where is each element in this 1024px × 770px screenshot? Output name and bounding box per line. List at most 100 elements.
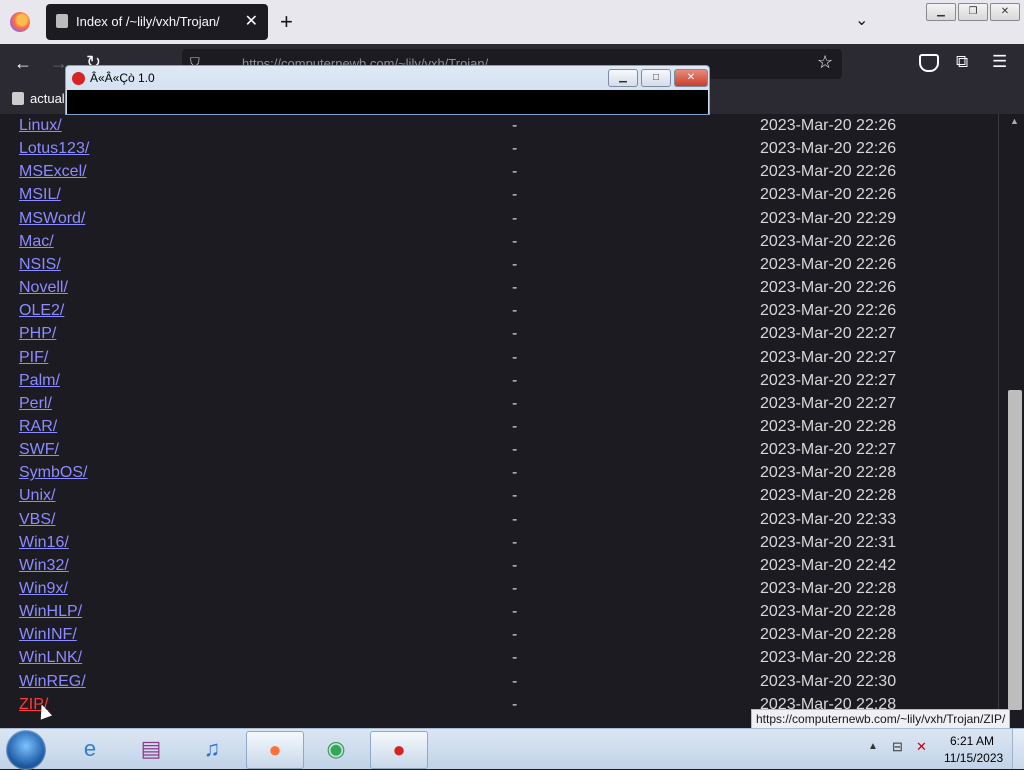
- volume-muted-icon[interactable]: ✕: [916, 739, 927, 755]
- date-cell: 2023-Mar-20 22:27: [760, 394, 897, 412]
- directory-link[interactable]: Win9x/: [19, 580, 68, 598]
- table-row: PHP/ - 2023-Mar-20 22:27: [0, 322, 1000, 345]
- firefox-view-icon[interactable]: [10, 12, 30, 32]
- red-ball-icon: [72, 72, 85, 85]
- window-minimize-button[interactable]: ▁: [926, 3, 956, 21]
- show-desktop-button[interactable]: [1012, 729, 1024, 769]
- tab-active[interactable]: Index of /~lily/vxh/Trojan/ ✕: [46, 4, 268, 40]
- popup-minimize-button[interactable]: ▁: [608, 69, 638, 87]
- size-cell: -: [512, 464, 518, 482]
- bookmark-star-icon[interactable]: ☆: [817, 52, 833, 73]
- size-cell: -: [512, 325, 518, 343]
- content-divider: [998, 114, 999, 720]
- popup-body: [67, 90, 708, 114]
- size-cell: -: [512, 649, 518, 667]
- directory-link[interactable]: WinREG/: [19, 673, 86, 691]
- directory-link[interactable]: OLE2/: [19, 302, 64, 320]
- directory-link[interactable]: WinHLP/: [19, 603, 82, 621]
- table-row: Linux/ - 2023-Mar-20 22:26: [0, 114, 1000, 137]
- table-row: MSIL/ - 2023-Mar-20 22:26: [0, 183, 1000, 206]
- clock-date[interactable]: 11/15/2023: [944, 751, 1003, 765]
- directory-link[interactable]: Perl/: [19, 395, 52, 413]
- window-restore-button[interactable]: ❐: [958, 3, 988, 21]
- date-cell: 2023-Mar-20 22:26: [760, 140, 897, 158]
- directory-link[interactable]: Unix/: [19, 487, 55, 505]
- date-cell: 2023-Mar-20 22:27: [760, 325, 897, 343]
- tray-expand-icon[interactable]: ▲: [868, 741, 878, 752]
- size-cell: -: [512, 487, 518, 505]
- date-cell: 2023-Mar-20 22:26: [760, 302, 897, 320]
- winrar-icon[interactable]: ▤: [123, 731, 179, 767]
- size-cell: -: [512, 140, 518, 158]
- window-close-button[interactable]: ✕: [990, 3, 1020, 21]
- date-cell: 2023-Mar-20 22:28: [760, 464, 897, 482]
- size-cell: -: [512, 626, 518, 644]
- size-cell: -: [512, 302, 518, 320]
- extensions-icon[interactable]: ⧉: [956, 52, 968, 72]
- table-row: MSWord/ - 2023-Mar-20 22:29: [0, 207, 1000, 230]
- tab-list-chevron-icon[interactable]: ⌄: [855, 10, 868, 30]
- directory-link[interactable]: MSWord/: [19, 210, 85, 228]
- tab-title: Index of /~lily/vxh/Trojan/: [76, 14, 220, 29]
- bookmark-item[interactable]: actual: [12, 91, 65, 106]
- ie-icon[interactable]: e: [62, 731, 118, 767]
- directory-link[interactable]: WinLNK/: [19, 649, 82, 667]
- directory-link[interactable]: Novell/: [19, 279, 68, 297]
- table-row: Mac/ - 2023-Mar-20 22:26: [0, 230, 1000, 253]
- table-row: WinLNK/ - 2023-Mar-20 22:28: [0, 646, 1000, 669]
- directory-link[interactable]: MSIL/: [19, 186, 61, 204]
- chrome-icon[interactable]: ◉: [308, 731, 364, 767]
- popup-maximize-button[interactable]: □: [641, 69, 671, 87]
- scroll-up-arrow-icon[interactable]: ▲: [1010, 116, 1019, 126]
- table-row: WinREG/ - 2023-Mar-20 22:30: [0, 670, 1000, 693]
- bookmark-favicon-icon: [12, 92, 24, 105]
- clock-time[interactable]: 6:21 AM: [950, 734, 994, 748]
- directory-link[interactable]: Mac/: [19, 233, 54, 251]
- directory-link[interactable]: PHP/: [19, 325, 56, 343]
- back-button[interactable]: ←: [14, 53, 32, 74]
- page-content: Linux/ - 2023-Mar-20 22:26 Lotus123/ - 2023-M…: [0, 114, 1024, 728]
- table-row: WinINF/ - 2023-Mar-20 22:28: [0, 623, 1000, 646]
- size-cell: -: [512, 394, 518, 412]
- itunes-icon[interactable]: ♫: [184, 731, 240, 767]
- directory-link[interactable]: Lotus123/: [19, 140, 89, 158]
- popup-close-button[interactable]: ✕: [674, 69, 708, 87]
- date-cell: 2023-Mar-20 22:27: [760, 441, 897, 459]
- date-cell: 2023-Mar-20 22:28: [760, 487, 897, 505]
- directory-link[interactable]: Linux/: [19, 117, 62, 135]
- size-cell: -: [512, 117, 518, 134]
- red-ball-icon[interactable]: ●: [370, 731, 428, 769]
- date-cell: 2023-Mar-20 22:26: [760, 117, 897, 134]
- directory-link[interactable]: Win16/: [19, 534, 69, 552]
- page-favicon-icon: [56, 14, 68, 28]
- size-cell: -: [512, 371, 518, 389]
- table-row: Novell/ - 2023-Mar-20 22:26: [0, 276, 1000, 299]
- directory-link[interactable]: SymbOS/: [19, 464, 87, 482]
- directory-link[interactable]: VBS/: [19, 511, 55, 529]
- directory-link[interactable]: Palm/: [19, 372, 60, 390]
- table-row: Palm/ - 2023-Mar-20 22:27: [0, 369, 1000, 392]
- directory-link[interactable]: RAR/: [19, 418, 57, 436]
- date-cell: 2023-Mar-20 22:33: [760, 510, 897, 528]
- firefox-icon[interactable]: ●: [246, 731, 304, 769]
- directory-link[interactable]: WinINF/: [19, 626, 77, 644]
- network-icon[interactable]: ⊟: [892, 739, 903, 755]
- size-cell: -: [512, 556, 518, 574]
- new-tab-button[interactable]: +: [280, 9, 293, 35]
- directory-link[interactable]: Win32/: [19, 557, 69, 575]
- directory-link[interactable]: MSExcel/: [19, 163, 87, 181]
- date-cell: 2023-Mar-20 22:27: [760, 371, 897, 389]
- scrollbar-thumb[interactable]: [1008, 390, 1022, 710]
- date-cell: 2023-Mar-20 22:26: [760, 255, 897, 273]
- directory-link[interactable]: PIF/: [19, 349, 48, 367]
- size-cell: -: [512, 510, 518, 528]
- pocket-icon[interactable]: [919, 54, 939, 72]
- directory-link[interactable]: SWF/: [19, 441, 59, 459]
- status-url-tooltip: https://computernewb.com/~lily/vxh/Troja…: [751, 709, 1011, 728]
- size-cell: -: [512, 209, 518, 227]
- popup-window[interactable]: Â«Â«Çò 1.0 ▁ □ ✕: [65, 65, 710, 115]
- menu-icon[interactable]: ☰: [992, 52, 1007, 72]
- start-button[interactable]: [6, 730, 46, 770]
- directory-link[interactable]: NSIS/: [19, 256, 61, 274]
- tab-close-icon[interactable]: ✕: [245, 11, 258, 31]
